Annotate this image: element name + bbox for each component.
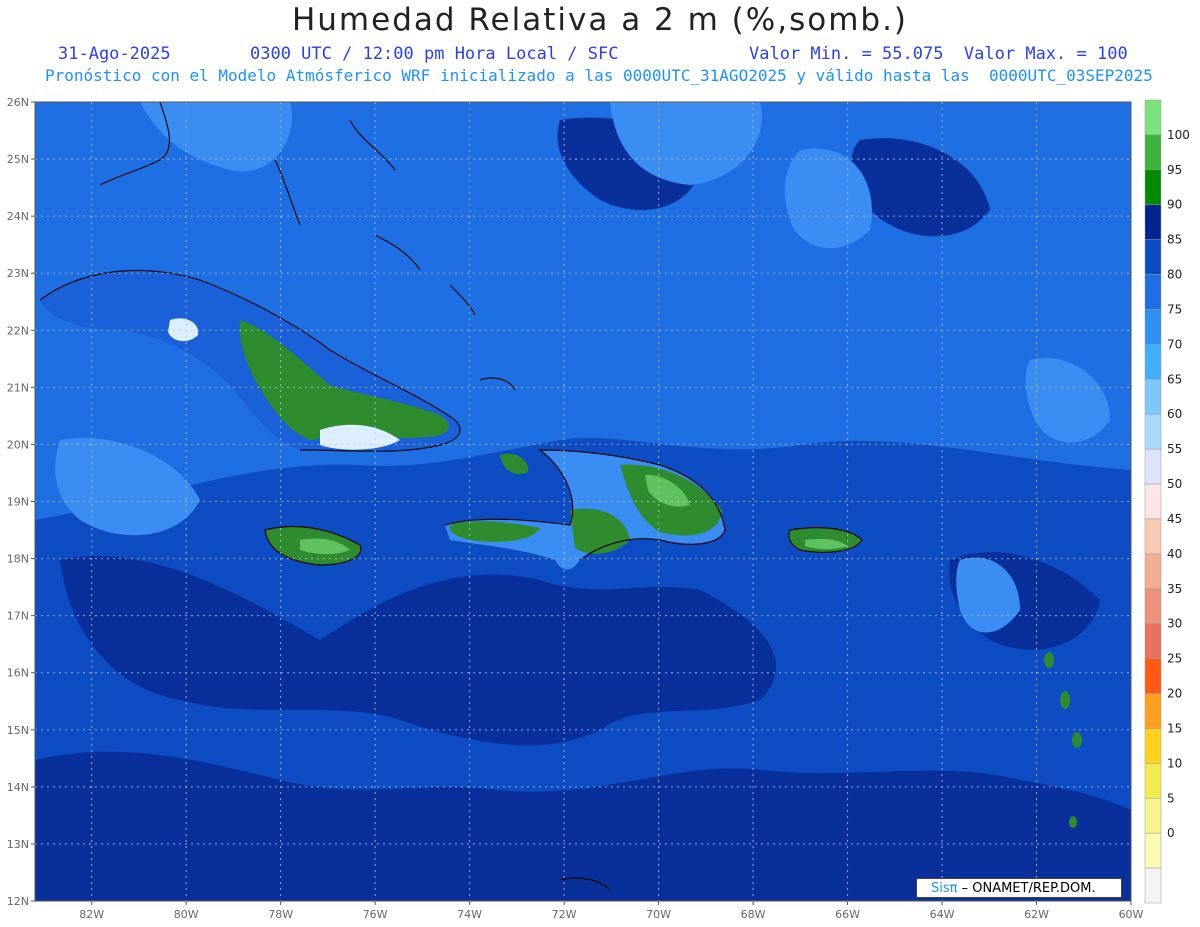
legend-swatch [1144,239,1162,275]
lat-tick-label: 16N [7,667,29,680]
legend-label: 5 [1167,791,1175,805]
lat-tick-label: 23N [7,267,29,280]
lat-tick-label: 12N [7,895,29,908]
dominica-island [1060,691,1070,709]
legend-swatch [1144,588,1162,624]
lon-tick-label: 72W [552,908,577,921]
lon-tick-label: 74W [457,908,482,921]
legend-swatch [1144,553,1162,590]
legend-label: 60 [1167,407,1182,421]
legend-label: 0 [1167,826,1175,840]
legend-label: 20 [1167,687,1182,701]
lon-tick-label: 62W [1024,908,1049,921]
credit-box: Sisπ – ONAMET/REP.DOM. [916,878,1122,898]
lat-tick-label: 13N [7,838,29,851]
lon-tick-label: 78W [268,908,293,921]
lat-tick-label: 24N [7,210,29,223]
lat-tick-label: 19N [7,496,29,509]
legend-label: 40 [1167,547,1182,561]
legend-label: 90 [1167,198,1182,212]
sispi-logo: Sisπ [931,881,958,896]
legend-swatch [1144,344,1162,380]
lon-tick-label: 82W [79,908,104,921]
legend-swatch [1144,309,1162,345]
legend-swatch [1144,623,1162,659]
lon-tick-label: 68W [741,908,766,921]
guadeloupe-island [1044,652,1054,668]
legend-swatch [1144,134,1162,171]
legend-swatch [1144,832,1162,869]
plot-area [35,102,1131,901]
latitude-axis: 26N 25N 24N 23N 22N 21N 20N 19N 18N 17N 16N 15N 14N 1… [7,96,35,908]
lat-tick-label: 18N [7,553,29,566]
st-lucia-island [1069,816,1077,828]
legend-swatch [1144,204,1162,240]
legend-swatch [1144,798,1162,834]
lon-tick-label: 66W [835,908,860,921]
legend-label: 75 [1167,302,1182,316]
legend-label: 55 [1167,442,1182,456]
legend-swatch [1144,99,1162,136]
lat-tick-label: 21N [7,381,29,394]
legend-swatch [1144,658,1162,694]
legend-swatch [1144,763,1162,799]
legend-label: 80 [1167,268,1182,282]
lon-tick-label: 60W [1119,908,1144,921]
credit-text: – ONAMET/REP.DOM. [961,881,1096,896]
lat-tick-label: 25N [7,153,29,166]
legend-swatch [1144,448,1162,485]
lon-tick-label: 76W [363,908,388,921]
humidity-map: 26N 25N 24N 23N 22N 21N 20N 19N 18N 17N 16N 15N 14N 1… [7,96,1190,921]
legend-label: 65 [1167,372,1182,386]
martinique-island [1072,732,1082,748]
legend-swatch [1144,518,1162,555]
legend-label: 15 [1167,721,1182,735]
lat-tick-label: 14N [7,781,29,794]
lat-tick-label: 15N [7,724,29,737]
lon-tick-label: 64W [930,908,955,921]
longitude-axis: 82W 80W 78W 76W 74W 72W 70W 68W 66W 64W 62W 60W [79,901,1144,921]
legend-label: 100 [1167,128,1190,142]
legend-label: 95 [1167,163,1182,177]
legend-swatch [1144,728,1162,764]
legend-swatch [1144,274,1162,310]
legend-swatch [1144,693,1162,729]
lat-tick-label: 17N [7,610,29,623]
color-legend: 1009590858075706560555045403530252015105… [1144,99,1190,904]
legend-label: 85 [1167,233,1182,247]
lat-tick-label: 20N [7,438,29,451]
legend-swatch [1144,867,1162,904]
legend-swatch [1144,483,1162,520]
lat-tick-label: 26N [7,96,29,109]
legend-label: 70 [1167,337,1182,351]
legend-label: 45 [1167,512,1182,526]
legend-swatch [1144,169,1162,205]
lon-tick-label: 70W [646,908,671,921]
legend-swatch [1144,413,1162,450]
legend-label: 10 [1167,756,1182,770]
legend-label: 50 [1167,477,1182,491]
lon-tick-label: 80W [174,908,199,921]
legend-swatch [1144,379,1162,415]
legend-label: 35 [1167,582,1182,596]
lat-tick-label: 22N [7,324,29,337]
legend-label: 25 [1167,652,1182,666]
legend-label: 30 [1167,617,1182,631]
